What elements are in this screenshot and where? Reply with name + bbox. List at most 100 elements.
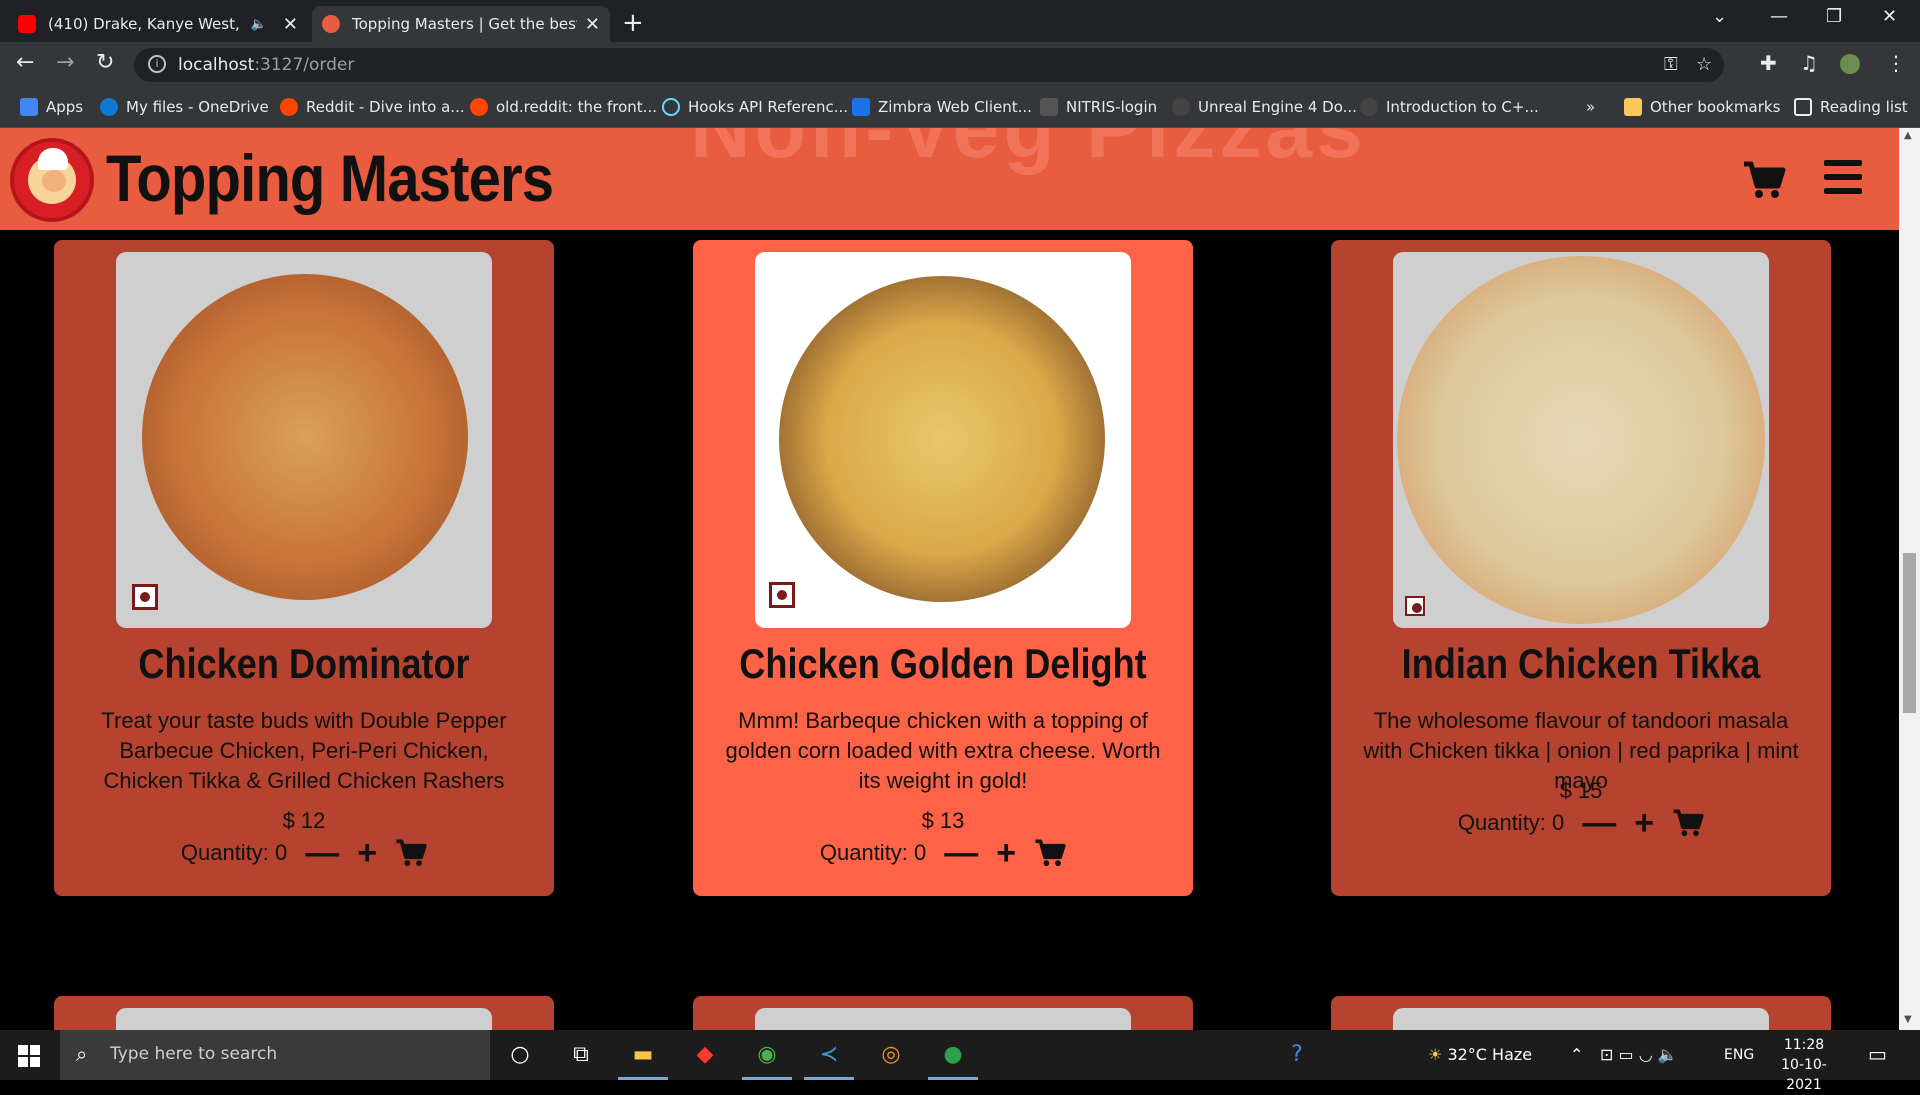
info-icon[interactable]: i (148, 55, 166, 73)
vscode-icon[interactable]: ≺ (814, 1040, 844, 1070)
bookmark-label: Reddit - Dive into a... (306, 98, 465, 116)
media-control-icon[interactable]: ♫ (1800, 51, 1818, 75)
add-to-cart-icon[interactable] (1034, 838, 1066, 868)
url-path: :3127/order (254, 55, 355, 75)
pizza-image (116, 252, 492, 628)
pizza-name: Chicken Dominator (138, 640, 470, 687)
minimize-button[interactable]: — (1770, 6, 1788, 27)
increase-quantity-button[interactable]: + (357, 836, 377, 870)
bookmark-label: My files - OneDrive (126, 98, 269, 116)
tab-youtube[interactable]: (410) Drake, Kanye West, Lil W 🔈 ✕ (8, 6, 308, 42)
quantity-label: Quantity: 0 (180, 840, 288, 865)
pizza-name: Indian Chicken Tikka (1401, 640, 1761, 687)
more-menu-icon[interactable]: ⋮ (1886, 51, 1906, 75)
tab-title: Topping Masters | Get the best pi (352, 15, 577, 33)
pizza-card-partial (1331, 996, 1831, 1030)
speaker-icon[interactable]: 🔈 (251, 17, 267, 32)
pizza-price: $ 13 (921, 808, 965, 833)
back-icon[interactable]: ← (16, 50, 34, 75)
bookmark-label: Other bookmarks (1650, 98, 1781, 116)
pizza-card: Indian Chicken Tikka The wholesome flavo… (1331, 240, 1831, 896)
profile-avatar[interactable] (1840, 54, 1860, 74)
bookmark-label: Unreal Engine 4 Do... (1198, 98, 1357, 116)
scroll-down-icon[interactable]: ▼ (1904, 1014, 1912, 1025)
system-clock[interactable]: 11:28 10-10-2021 (1764, 1035, 1844, 1095)
decrease-quantity-button[interactable]: — (944, 836, 978, 870)
reading-list-icon (1794, 98, 1812, 116)
reddit-icon (280, 98, 298, 116)
increase-quantity-button[interactable]: + (996, 836, 1016, 870)
language-indicator[interactable]: ENG (1724, 1047, 1754, 1063)
bookmark-label: Apps (46, 98, 84, 116)
pizza-image (755, 252, 1131, 628)
pizza-card-partial (693, 996, 1193, 1030)
bookmark-nitris[interactable]: NITRIS-login (1040, 98, 1157, 116)
pizza-card-partial (54, 996, 554, 1030)
bookmark-onedrive[interactable]: My files - OneDrive (100, 98, 269, 116)
reading-list-button[interactable]: Reading list (1794, 98, 1908, 116)
bookmark-reddit[interactable]: Reddit - Dive into a... (280, 98, 465, 116)
menu-hamburger-icon[interactable] (1824, 160, 1862, 194)
clock-time: 11:28 (1783, 1037, 1825, 1053)
pizza-image (116, 1008, 492, 1030)
browser-toolbar: ← → ↻ i localhost:3127/order ⚿ ☆ ✚ ♫ ⋮ (0, 42, 1920, 88)
other-bookmarks-folder[interactable]: Other bookmarks (1624, 98, 1780, 116)
bookmark-intro-cpp[interactable]: Introduction to C+... (1360, 98, 1539, 116)
bookmark-apps[interactable]: Apps (20, 98, 83, 116)
star-icon[interactable]: ☆ (1696, 54, 1712, 75)
logo-chef-hat (38, 148, 68, 170)
scroll-up-icon[interactable]: ▲ (1904, 130, 1912, 141)
pizza-photo (1397, 256, 1765, 624)
task-view-icon[interactable]: ⧉ (566, 1040, 596, 1070)
address-bar[interactable]: i localhost:3127/order ⚿ ☆ (134, 48, 1724, 82)
cortana-icon[interactable]: ○ (505, 1040, 535, 1070)
page-scrollbar[interactable]: ▲ ▼ (1899, 128, 1920, 1030)
bookmarks-overflow-button[interactable]: » (1586, 98, 1595, 116)
blender-icon[interactable]: ◎ (876, 1040, 906, 1070)
cart-icon[interactable] (1742, 160, 1786, 200)
bookmark-label: Hooks API Referenc... (688, 98, 849, 116)
restore-button[interactable]: ❐ (1826, 6, 1842, 27)
increase-quantity-button[interactable]: + (1634, 806, 1654, 840)
decrease-quantity-button[interactable]: — (305, 836, 339, 870)
pizza-description: Treat your taste buds with Double Pepper… (101, 708, 507, 793)
add-to-cart-icon[interactable] (1672, 808, 1704, 838)
chef-logo-icon[interactable] (10, 138, 94, 222)
file-explorer-icon[interactable]: ▬ (628, 1040, 658, 1070)
bookmark-hooks-api[interactable]: Hooks API Referenc... (662, 98, 848, 116)
close-tab-icon[interactable]: ✕ (283, 14, 298, 35)
chrome-icon[interactable]: ◉ (752, 1040, 782, 1070)
bookmark-unreal-docs[interactable]: Unreal Engine 4 Do... (1172, 98, 1357, 116)
help-icon[interactable]: ? (1282, 1040, 1312, 1070)
tab-search-icon[interactable]: ⌄ (1712, 6, 1727, 27)
url-text[interactable]: localhost:3127/order (178, 55, 354, 75)
logo-chef-face (42, 170, 66, 192)
bookmark-label: old.reddit: the front... (496, 98, 657, 116)
app-green-icon[interactable]: ● (938, 1040, 968, 1070)
extensions-icon[interactable]: ✚ (1760, 51, 1777, 75)
taskbar-search[interactable]: ⌕ Type here to search (60, 1030, 490, 1080)
new-tab-button[interactable]: + (622, 8, 644, 38)
tray-icons[interactable]: ⊡ ▭ ◡ 🔈 (1600, 1045, 1678, 1064)
forward-icon[interactable]: → (56, 50, 74, 75)
windows-taskbar: ⌕ Type here to search ○ ⧉ ▬ ◆ ◉ ≺ ◎ ● ? … (0, 1030, 1920, 1093)
key-icon[interactable]: ⚿ (1664, 54, 1678, 75)
close-tab-icon[interactable]: ✕ (585, 14, 600, 35)
notifications-icon[interactable]: ▭ (1868, 1042, 1887, 1066)
windows-start-icon[interactable] (18, 1045, 40, 1067)
pizza-image (755, 1008, 1131, 1030)
decrease-quantity-button[interactable]: — (1582, 806, 1616, 840)
reddit-icon (470, 98, 488, 116)
bookmark-old-reddit[interactable]: old.reddit: the front... (470, 98, 657, 116)
reload-icon[interactable]: ↻ (96, 50, 114, 75)
brand-title[interactable]: Topping Masters (106, 140, 554, 216)
tray-overflow-icon[interactable]: ⌃ (1570, 1045, 1583, 1064)
page-viewport: Non-Veg Pizzas Topping Masters Chicken D… (0, 128, 1899, 1030)
add-to-cart-icon[interactable] (395, 838, 427, 868)
tab-topping-masters[interactable]: Topping Masters | Get the best pi ✕ (312, 6, 610, 42)
bookmark-zimbra[interactable]: Zimbra Web Client... (852, 98, 1032, 116)
weather-widget[interactable]: ☀ 32°C Haze (1428, 1045, 1532, 1064)
scroll-thumb[interactable] (1903, 553, 1916, 713)
app-red-icon[interactable]: ◆ (690, 1040, 720, 1070)
close-window-button[interactable]: ✕ (1882, 6, 1897, 27)
